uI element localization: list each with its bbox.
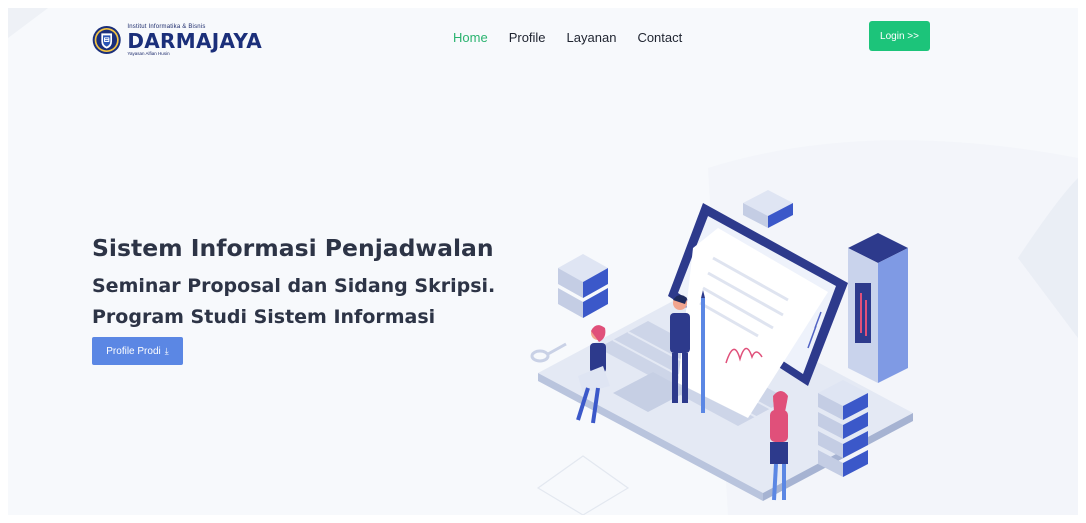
nav-contact[interactable]: Contact bbox=[637, 30, 682, 45]
hero-title: Sistem Informasi Penjadwalan bbox=[92, 234, 494, 262]
main-nav: Home Profile Layanan Contact bbox=[453, 30, 682, 45]
profile-prodi-button[interactable]: Profile Prodi ⤓ bbox=[92, 337, 183, 365]
hero-illustration bbox=[530, 190, 913, 501]
profile-prodi-label: Profile Prodi bbox=[106, 345, 161, 357]
nav-home[interactable]: Home bbox=[453, 30, 488, 45]
nav-profile[interactable]: Profile bbox=[509, 30, 546, 45]
login-button[interactable]: Login >> bbox=[869, 21, 930, 51]
logo-text: Institut Informatika & Bisnis DARMAJAYA … bbox=[127, 24, 262, 57]
download-icon: ⤓ bbox=[164, 345, 169, 356]
nav-layanan[interactable]: Layanan bbox=[567, 30, 617, 45]
logo[interactable]: Institut Informatika & Bisnis DARMAJAYA … bbox=[92, 16, 262, 64]
logo-emblem-icon bbox=[92, 25, 121, 55]
hero-subtitle-line-1: Seminar Proposal dan Sidang Skripsi. bbox=[92, 275, 496, 297]
logo-name: DARMAJAYA bbox=[127, 28, 262, 53]
logo-foundation: Yayasan Alfian Husin bbox=[127, 50, 170, 56]
hero-subtitle-line-2: Program Studi Sistem Informasi bbox=[92, 306, 436, 328]
page: Institut Informatika & Bisnis DARMAJAYA … bbox=[8, 8, 1078, 515]
